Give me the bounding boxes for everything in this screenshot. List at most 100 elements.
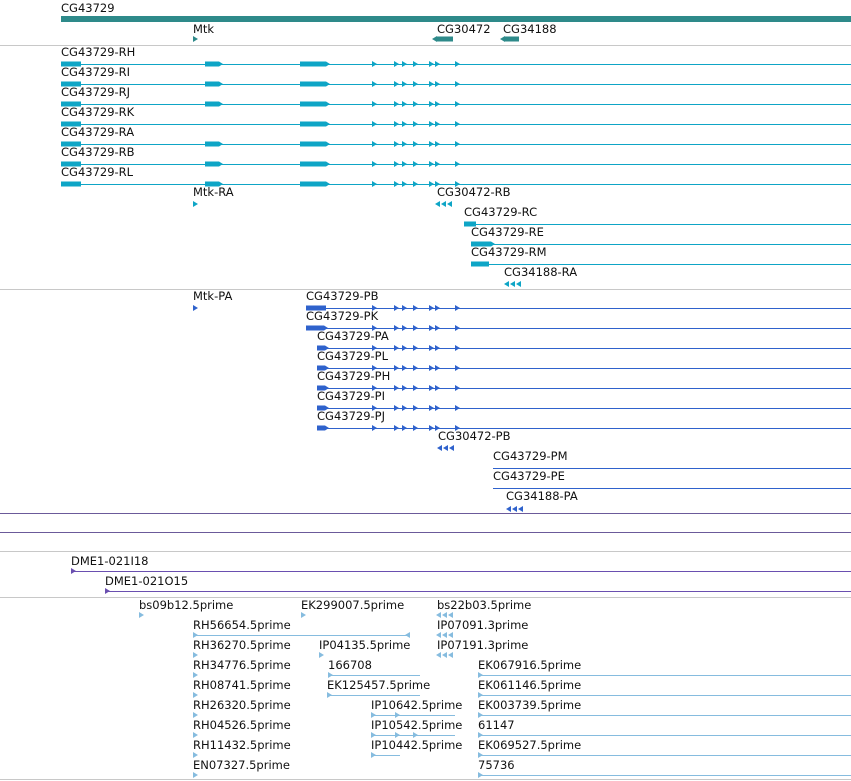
gene-label[interactable]: CG30472 <box>437 23 491 36</box>
est-label[interactable]: EK299007.5prime <box>301 599 404 612</box>
transcript-label[interactable]: CG43729-RA <box>61 126 134 139</box>
strand-arrow <box>394 101 399 107</box>
est-label[interactable]: bs22b03.5prime <box>437 599 531 612</box>
strand-arrow <box>413 345 418 351</box>
est-label[interactable]: EN07327.5prime <box>193 759 290 772</box>
est-label[interactable]: EK067916.5prime <box>478 659 581 672</box>
strand-arrow <box>71 568 76 574</box>
strand-arrow <box>394 141 399 147</box>
strand-arrow <box>402 181 407 187</box>
protein-label[interactable]: CG43729-PJ <box>317 410 385 423</box>
strand-arrow <box>413 101 418 107</box>
strand-arrow <box>372 121 377 127</box>
strand-arrow <box>435 81 440 87</box>
protein-label[interactable]: CG43729-PH <box>317 370 390 383</box>
gene-label[interactable]: CG43729 <box>61 2 115 15</box>
est-label[interactable]: IP07191.3prime <box>437 639 528 652</box>
protein-label[interactable]: CG43729-PE <box>493 470 565 483</box>
strand-arrow <box>105 588 110 594</box>
est-label[interactable]: RH34776.5prime <box>193 659 291 672</box>
est-label[interactable]: IP10442.5prime <box>371 739 462 752</box>
protein-label[interactable]: CG43729-PK <box>306 310 378 323</box>
est-label[interactable]: RH04526.5prime <box>193 719 291 732</box>
est-label[interactable]: RH56654.5prime <box>193 619 291 632</box>
strand-arrow <box>394 121 399 127</box>
transcript-label[interactable]: CG43729-RC <box>464 206 537 219</box>
strand-arrow <box>394 405 399 411</box>
strand-arrow <box>402 161 407 167</box>
strand-arrow <box>455 325 460 331</box>
transcript-label[interactable]: CG30472-RB <box>437 186 511 199</box>
protein-label[interactable]: CG30472-PB <box>438 430 511 443</box>
strand-arrow <box>455 385 460 391</box>
clone-label[interactable]: DME1-021O15 <box>105 575 188 588</box>
strand-arrow <box>372 61 377 67</box>
transcript-label[interactable]: CG34188-RA <box>504 266 577 279</box>
transcript-label[interactable]: CG43729-RE <box>471 226 544 239</box>
exon-block <box>300 121 330 127</box>
est-label[interactable]: EK069527.5prime <box>478 739 581 752</box>
track-separator <box>0 532 851 533</box>
est-label[interactable]: 61147 <box>478 719 515 732</box>
transcript-label[interactable]: CG43729-RH <box>61 46 135 59</box>
strand-arrow <box>455 61 460 67</box>
strand-arrow <box>429 121 434 127</box>
strand-arrow <box>441 201 446 207</box>
est-label[interactable]: EK125457.5prime <box>327 679 430 692</box>
protein-label[interactable]: CG43729-PB <box>306 290 379 303</box>
strand-arrow <box>512 506 517 512</box>
est-label[interactable]: RH26320.5prime <box>193 699 291 712</box>
est-label[interactable]: IP10542.5prime <box>371 719 462 732</box>
gene-label[interactable]: CG34188 <box>503 23 557 36</box>
est-label[interactable]: RH11432.5prime <box>193 739 291 752</box>
strand-arrow <box>402 81 407 87</box>
exon-block <box>205 81 223 87</box>
strand-arrow <box>429 61 434 67</box>
strand-arrow <box>394 61 399 67</box>
strand-arrow <box>402 305 407 311</box>
strand-arrow <box>394 325 399 331</box>
est-label[interactable]: IP07091.3prime <box>437 619 528 632</box>
protein-label[interactable]: Mtk-PA <box>193 290 232 303</box>
transcript-label[interactable]: Mtk-RA <box>193 186 234 199</box>
transcript-label[interactable]: CG43729-RL <box>61 166 133 179</box>
protein-label[interactable]: CG43729-PI <box>317 390 385 403</box>
strand-arrow <box>372 425 377 431</box>
strand-arrow <box>449 445 454 451</box>
protein-label[interactable]: CG43729-PL <box>317 350 388 363</box>
exon-block <box>205 141 223 147</box>
est-label[interactable]: RH36270.5prime <box>193 639 291 652</box>
transcript-label[interactable]: CG43729-RM <box>471 246 547 259</box>
protein-label[interactable]: CG43729-PA <box>317 330 389 343</box>
est-label[interactable]: EK061146.5prime <box>478 679 581 692</box>
transcript-label[interactable]: CG43729-RK <box>61 106 134 119</box>
est-label[interactable]: bs09b12.5prime <box>139 599 233 612</box>
strand-arrow <box>402 121 407 127</box>
exon-block <box>300 81 330 87</box>
strand-arrow <box>394 81 399 87</box>
strand-arrow <box>193 305 198 311</box>
est-label[interactable]: RH08741.5prime <box>193 679 291 692</box>
transcript-label[interactable]: CG43729-RJ <box>61 86 130 99</box>
strand-arrow <box>429 101 434 107</box>
strand-arrow <box>518 506 523 512</box>
strand-arrow <box>413 81 418 87</box>
est-label[interactable]: 166708 <box>328 659 372 672</box>
est-label[interactable]: IP04135.5prime <box>319 639 410 652</box>
exon-block <box>300 181 330 187</box>
transcript-label[interactable]: CG43729-RB <box>61 146 135 159</box>
clone-label[interactable]: DME1-021I18 <box>71 555 149 568</box>
exon-block <box>205 161 223 167</box>
transcript-label[interactable]: CG43729-RI <box>61 66 130 79</box>
strand-arrow <box>516 281 521 287</box>
strand-arrow <box>413 425 418 431</box>
protein-label[interactable]: CG43729-PM <box>493 450 568 463</box>
est-label[interactable]: 75736 <box>478 759 515 772</box>
protein-label[interactable]: CG34188-PA <box>506 490 578 503</box>
track-separator <box>0 779 851 780</box>
est-label[interactable]: EK003739.5prime <box>478 699 581 712</box>
est-label[interactable]: IP10642.5prime <box>371 699 462 712</box>
gene-label[interactable]: Mtk <box>193 23 214 36</box>
strand-arrow <box>402 385 407 391</box>
exon-block <box>317 425 329 431</box>
